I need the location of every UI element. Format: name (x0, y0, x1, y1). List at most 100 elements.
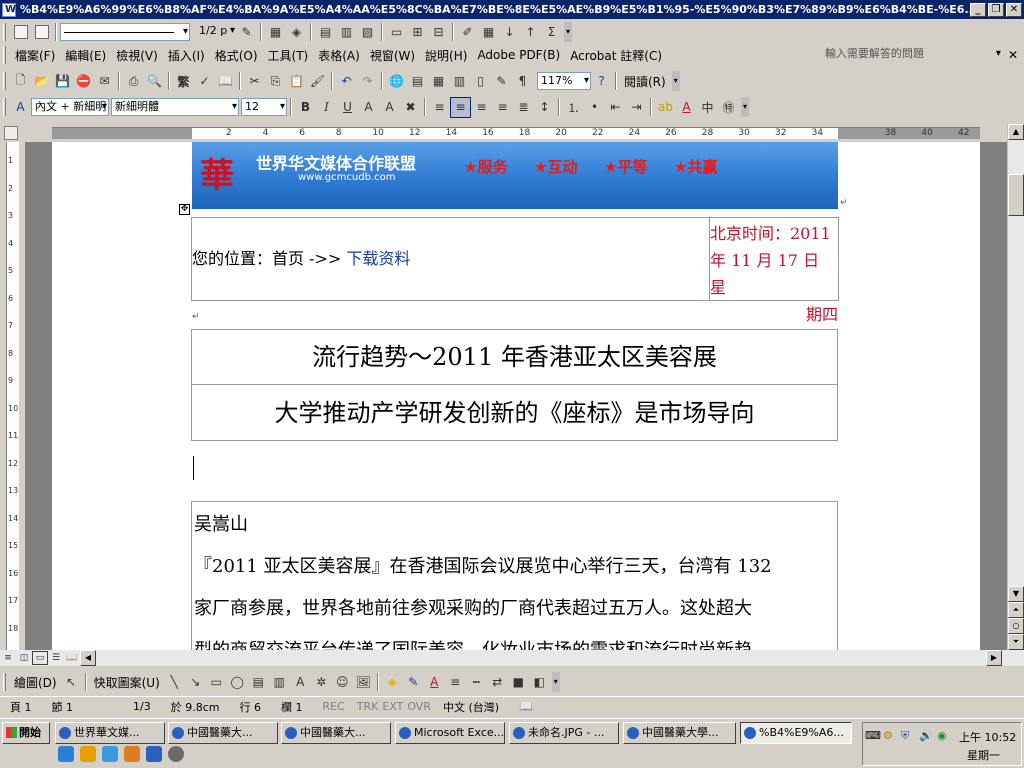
word-quicklaunch-icon[interactable] (146, 746, 162, 762)
close-button[interactable]: ✕ (1006, 2, 1022, 17)
decrease-indent-icon[interactable]: ⇤ (605, 97, 626, 118)
split-cells-icon[interactable]: ▧ (357, 22, 378, 43)
draw-table-icon[interactable]: ✐ (457, 22, 478, 43)
undo-icon[interactable]: ↶ (336, 71, 357, 92)
ie-quicklaunch-icon[interactable] (58, 746, 74, 762)
copy-icon[interactable]: ⎘ (265, 71, 286, 92)
document-page[interactable]: 華 世界华文媒体合作联盟 www.gcmcudb.com ★服务 ★互动 ★平等… (52, 142, 980, 650)
spelling-status-icon[interactable]: 📖 (519, 700, 533, 713)
textbox-icon[interactable]: ▤ (248, 672, 269, 693)
menu-edit[interactable]: 編輯(E) (65, 47, 106, 64)
enclose-char-icon[interactable]: ㊕ (718, 97, 739, 118)
align-right-icon[interactable]: ≡ (492, 97, 513, 118)
taskbar-item-4[interactable]: 中國醫藥大學... (623, 722, 736, 744)
styles-icon[interactable]: A (10, 97, 31, 118)
browser-quicklaunch-icon[interactable] (168, 746, 184, 762)
menu-insert[interactable]: 插入(I) (168, 47, 205, 64)
drawing-icon[interactable]: ✎ (491, 71, 512, 92)
formatting-toolbar-options-icon[interactable]: ▾ (741, 97, 749, 117)
next-page-button[interactable]: ⏷ (1008, 634, 1024, 650)
justify-icon[interactable]: ≡ (429, 97, 450, 118)
italic-icon[interactable]: I (316, 97, 337, 118)
shading-icon[interactable]: ◈ (286, 22, 307, 43)
status-trk[interactable]: TRK (357, 700, 379, 713)
status-ext[interactable]: EXT (382, 700, 403, 713)
font-dropdown[interactable]: 新細明體 (111, 98, 239, 116)
tables-borders-icon[interactable]: ▤ (407, 71, 428, 92)
increase-indent-icon[interactable]: ⇥ (626, 97, 647, 118)
vertical-ruler[interactable]: 1 2 3 4 5 6 7 8 9 10 11 12 13 14 15 16 17 18 (0, 142, 25, 650)
outline-view-icon[interactable]: ☰ (48, 651, 64, 665)
style-dropdown[interactable]: 內文 + 新細明 (31, 98, 109, 116)
paste-icon[interactable]: 📋 (286, 71, 307, 92)
menu-file[interactable]: 檔案(F) (15, 47, 55, 64)
rectangle-icon[interactable]: ▭ (206, 672, 227, 693)
menu-window[interactable]: 視窗(W) (370, 47, 415, 64)
align-cell-icon[interactable]: ▭ (386, 22, 407, 43)
print-layout-icon[interactable]: ▭ (32, 651, 48, 665)
start-button[interactable]: 開始 (2, 722, 50, 744)
bullets-icon[interactable]: • (584, 97, 605, 118)
zoom-dropdown[interactable]: 117% (537, 72, 591, 90)
scroll-right-button[interactable]: ▶ (986, 650, 1002, 666)
line-weight-dropdown[interactable]: 1/2 p (196, 23, 236, 41)
form-icon[interactable] (31, 22, 52, 43)
gridlines-icon[interactable]: ▦ (478, 22, 499, 43)
distributed-icon[interactable]: ≣ (513, 97, 534, 118)
phonetic-guide-icon[interactable]: 中 (697, 97, 718, 118)
vertical-textbox-icon[interactable]: ▥ (269, 672, 290, 693)
scroll-down-button[interactable]: ▼ (1008, 586, 1024, 602)
menu-format[interactable]: 格式(O) (215, 47, 258, 64)
numbering-icon[interactable]: ⒈ (563, 97, 584, 118)
arrow-icon[interactable]: ↘ (185, 672, 206, 693)
border-icon[interactable]: ▦ (265, 22, 286, 43)
doc-close-icon[interactable]: ✕ (1008, 48, 1018, 62)
keyboard-tray-icon[interactable]: ⌨ (865, 729, 881, 742)
edit-icon[interactable] (10, 22, 31, 43)
merge-cells-icon[interactable]: ▥ (336, 22, 357, 43)
scroll-up-button[interactable]: ▲ (1008, 124, 1024, 140)
horizontal-ruler[interactable]: 2 4 6 8 10 12 14 16 18 20 22 24 26 28 30 32 34 38 40 42 (0, 124, 1024, 142)
draw-font-color-icon[interactable]: A (424, 672, 445, 693)
scroll-thumb[interactable] (1008, 174, 1024, 216)
menu-acrobat-comments[interactable]: Acrobat 註釋(C) (570, 47, 662, 64)
oval-icon[interactable]: ◯ (227, 672, 248, 693)
minimize-button[interactable]: _ (970, 2, 986, 17)
columns-icon[interactable]: ▯ (470, 71, 491, 92)
char-scale-icon[interactable]: ✖ (400, 97, 421, 118)
select-browse-object-button[interactable]: ○ (1008, 618, 1024, 634)
redo-icon[interactable]: ↷ (357, 71, 378, 92)
status-rec[interactable]: REC (322, 700, 344, 713)
document-area[interactable]: 華 世界华文媒体合作联盟 www.gcmcudb.com ★服务 ★互动 ★平等… (25, 142, 1007, 650)
sort-descending-icon[interactable]: ↑ (520, 22, 541, 43)
normal-view-icon[interactable]: ≡ (0, 651, 16, 665)
help-question-input[interactable]: 輸入需要解答的問題 (821, 46, 1002, 64)
insert-table-std-icon[interactable]: ▦ (428, 71, 449, 92)
picture-icon[interactable]: 🖼 (353, 672, 374, 693)
font-size-dropdown[interactable]: 12 (241, 98, 287, 116)
vertical-scrollbar[interactable]: ▲ ▼ ⏶ ○ ⏷ (1007, 124, 1024, 650)
toolbar-options-icon[interactable]: ▾ (564, 22, 572, 42)
read-mode-button[interactable]: 閱讀(R) (620, 73, 670, 90)
wordart-icon[interactable]: A (290, 672, 311, 693)
window-title-bar[interactable]: %B4%E9%A6%99%E6%B8%AF%E4%BA%9A%E5%A4%AA%… (0, 0, 1024, 19)
save-icon[interactable]: 💾 (52, 71, 73, 92)
format-painter-icon[interactable]: 🖌 (307, 71, 328, 92)
download-link[interactable]: 下载资料 (346, 249, 410, 268)
line-style-icon[interactable]: ≡ (445, 672, 466, 693)
permission-icon[interactable]: ⛔ (73, 71, 94, 92)
show-hide-icon[interactable]: ¶ (512, 71, 533, 92)
tab-selector[interactable] (4, 126, 18, 140)
spelling-icon[interactable]: ✓ (194, 71, 215, 92)
scroll-left-button[interactable]: ◀ (80, 650, 96, 666)
word-app-icon[interactable] (2, 2, 16, 17)
taskbar-item-word[interactable]: %B4%E9%A6... (740, 722, 852, 744)
open-icon[interactable]: 📂 (31, 71, 52, 92)
autosum-icon[interactable]: Σ (541, 22, 562, 43)
insert-excel-icon[interactable]: ▥ (449, 71, 470, 92)
align-center-icon[interactable]: ≡ (471, 97, 492, 118)
taskbar-item-1[interactable]: 世界華文媒... (55, 722, 165, 744)
autoshapes-menu-button[interactable]: 快取圖案(U) (94, 674, 160, 691)
network-tray-icon[interactable]: ⚙ (883, 729, 893, 742)
menu-help[interactable]: 說明(H) (425, 47, 467, 64)
